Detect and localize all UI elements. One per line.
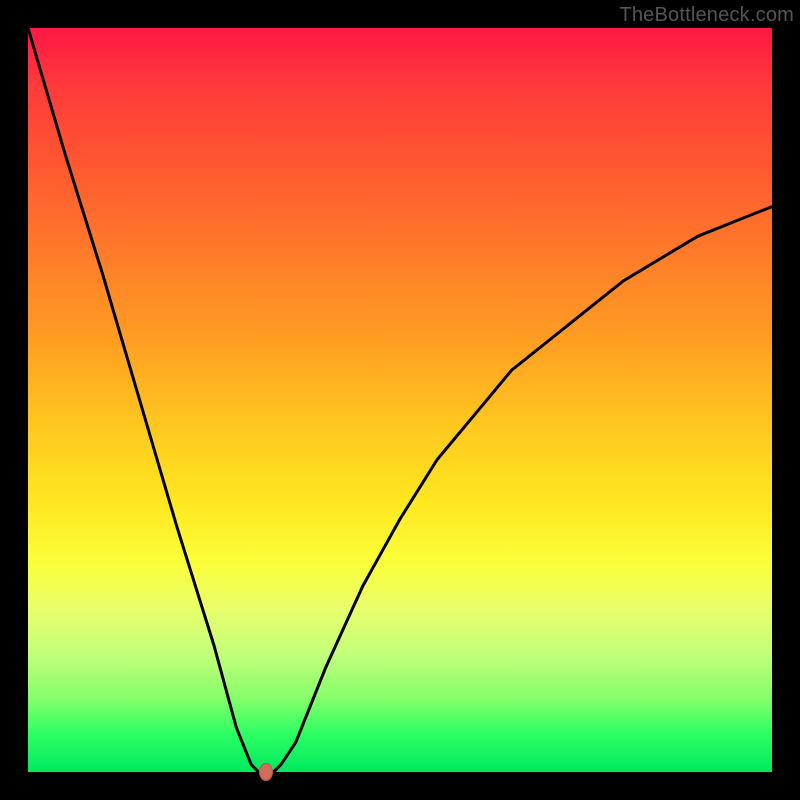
chart-frame: TheBottleneck.com [0,0,800,800]
curve-layer [28,28,772,772]
min-marker-icon [259,763,273,781]
plot-area [28,28,772,772]
bottleneck-curve [28,28,772,772]
watermark-text: TheBottleneck.com [619,4,794,27]
